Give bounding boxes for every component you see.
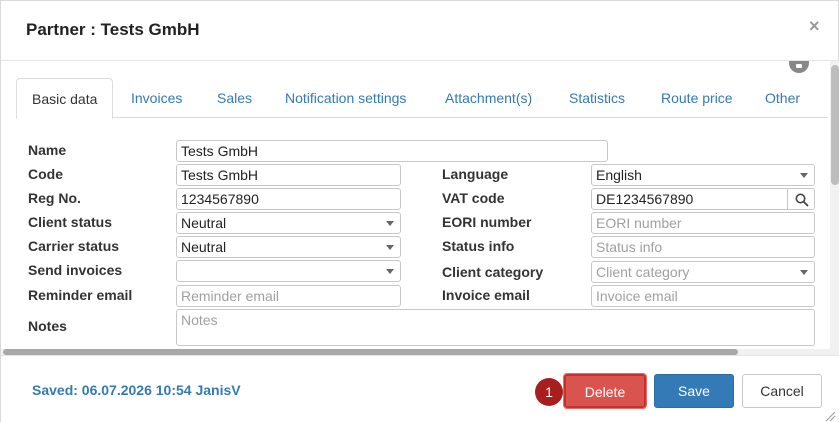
notes-label: Notes bbox=[28, 318, 67, 334]
settings-icon[interactable] bbox=[789, 61, 809, 73]
dialog-title: Partner : Tests GmbH bbox=[26, 20, 200, 39]
vat-search-button[interactable] bbox=[787, 188, 815, 210]
tab-notification-settings[interactable]: Notification settings bbox=[270, 78, 421, 118]
carrier-status-select[interactable]: Neutral bbox=[176, 236, 401, 258]
tab-sales[interactable]: Sales bbox=[202, 78, 267, 118]
dialog-header: Partner : Tests GmbH × bbox=[1, 1, 839, 61]
notes-textarea[interactable]: Notes bbox=[176, 309, 815, 346]
language-select[interactable]: English bbox=[591, 164, 815, 186]
reminder-email-label: Reminder email bbox=[28, 287, 133, 303]
vat-code-input[interactable]: DE1234567890 bbox=[591, 188, 788, 210]
client-category-label: Client category bbox=[442, 264, 544, 280]
carrier-status-label: Carrier status bbox=[28, 238, 120, 254]
tab-bar: Basic data Invoices Sales Notification s… bbox=[16, 78, 828, 119]
step-badge: 1 bbox=[535, 378, 563, 406]
reminder-email-input[interactable]: Reminder email bbox=[176, 285, 401, 307]
client-status-label: Client status bbox=[28, 214, 113, 230]
search-icon bbox=[795, 193, 809, 207]
name-input[interactable]: Tests GmbH bbox=[176, 140, 608, 162]
delete-button[interactable]: Delete bbox=[563, 373, 647, 409]
tab-basic-data[interactable]: Basic data bbox=[16, 78, 114, 119]
send-invoices-select[interactable] bbox=[176, 260, 401, 282]
vat-code-label: VAT code bbox=[442, 190, 505, 206]
name-label: Name bbox=[28, 142, 67, 158]
resize-grip-icon[interactable] bbox=[824, 410, 836, 422]
tab-other[interactable]: Other bbox=[750, 78, 815, 118]
save-button[interactable]: Save bbox=[654, 374, 734, 408]
dialog-footer: Saved: 06.07.2026 10:54 JanisV 1 Delete … bbox=[1, 355, 839, 422]
vertical-scrollbar-thumb[interactable] bbox=[831, 65, 839, 185]
client-status-select[interactable]: Neutral bbox=[176, 212, 401, 234]
saved-status: Saved: 06.07.2026 10:54 JanisV bbox=[32, 382, 241, 398]
partner-dialog: Partner : Tests GmbH × Basic data Invoic… bbox=[0, 0, 839, 422]
status-info-label: Status info bbox=[442, 238, 515, 254]
close-icon[interactable]: × bbox=[809, 16, 820, 37]
cancel-button[interactable]: Cancel bbox=[742, 374, 822, 408]
code-input[interactable]: Tests GmbH bbox=[176, 164, 401, 186]
status-info-input[interactable]: Status info bbox=[591, 236, 815, 258]
invoice-email-input[interactable]: Invoice email bbox=[591, 285, 815, 307]
tab-attachments[interactable]: Attachment(s) bbox=[430, 78, 547, 118]
reg-no-input[interactable]: 1234567890 bbox=[176, 188, 401, 210]
eori-number-input[interactable]: EORI number bbox=[591, 212, 815, 234]
invoice-email-label: Invoice email bbox=[442, 287, 530, 303]
dialog-body: Basic data Invoices Sales Notification s… bbox=[1, 61, 839, 355]
tab-route-price[interactable]: Route price bbox=[646, 78, 748, 118]
send-invoices-label: Send invoices bbox=[28, 262, 123, 278]
language-label: Language bbox=[442, 166, 509, 182]
code-label: Code bbox=[28, 166, 63, 182]
tab-invoices[interactable]: Invoices bbox=[116, 78, 197, 118]
tab-statistics[interactable]: Statistics bbox=[554, 78, 640, 118]
client-category-select[interactable]: Client category bbox=[591, 261, 815, 283]
reg-no-label: Reg No. bbox=[28, 190, 81, 206]
eori-number-label: EORI number bbox=[442, 214, 532, 230]
